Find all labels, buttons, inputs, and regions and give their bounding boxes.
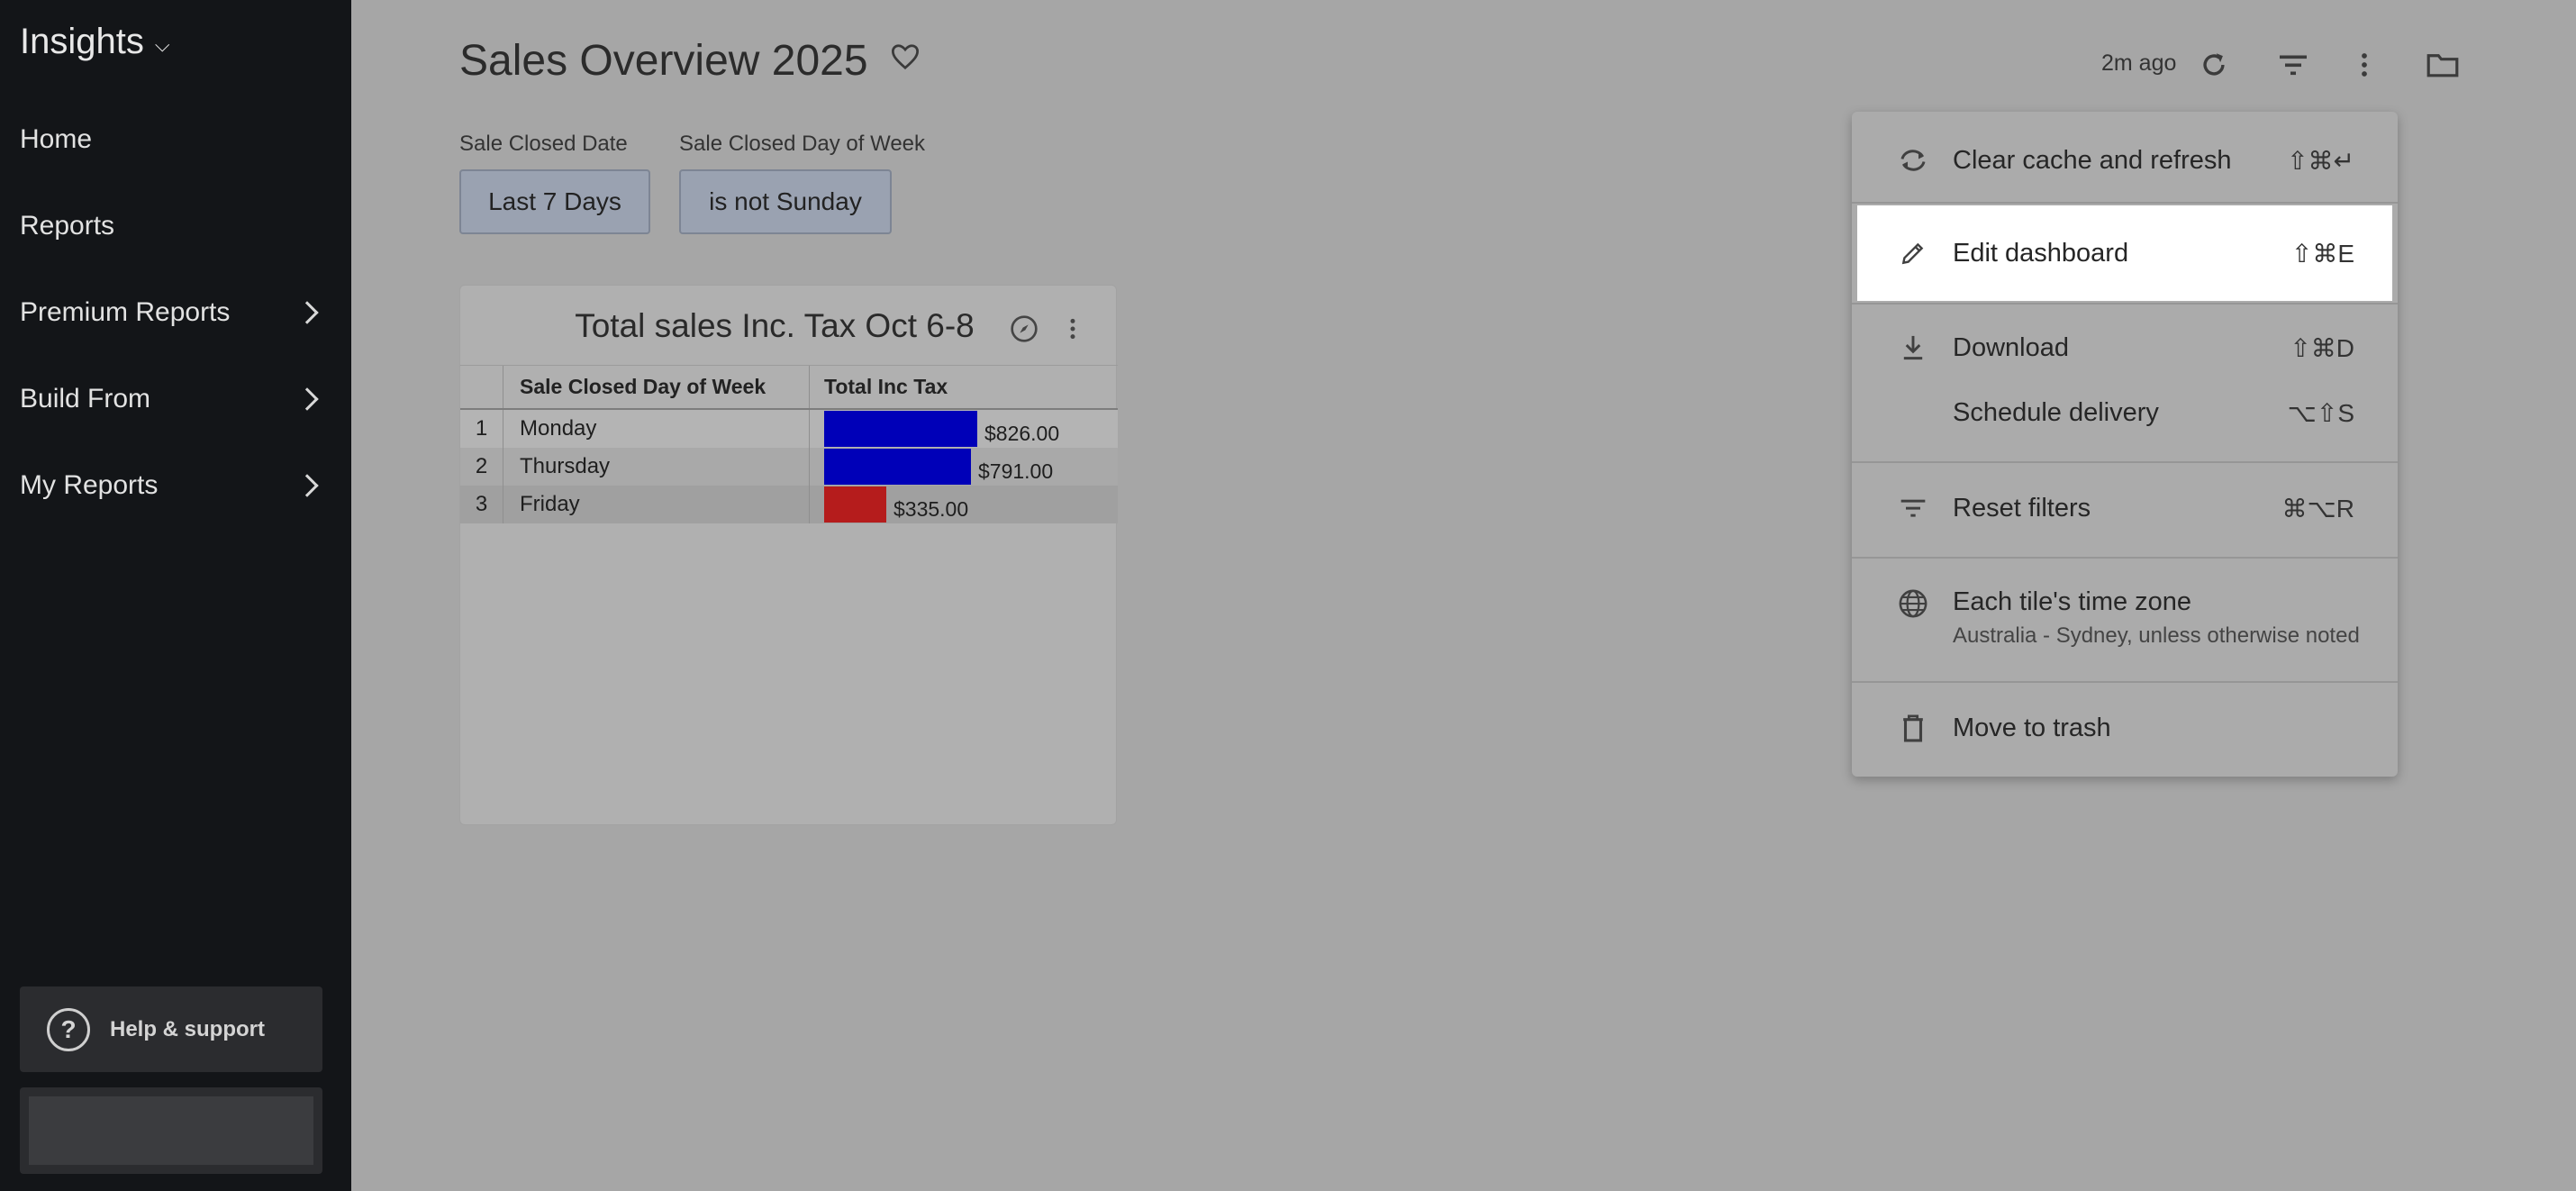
column-header-day[interactable]: Sale Closed Day of Week [503, 366, 810, 408]
tile-more-vertical-icon[interactable] [1057, 313, 1089, 345]
filter-icon [1895, 490, 1931, 526]
sidebar-item-label: Premium Reports [20, 297, 231, 327]
table-header: Sale Closed Day of Week Total Inc Tax [460, 365, 1118, 410]
row-index: 2 [460, 448, 503, 486]
row-total: $826.00 [984, 421, 1060, 445]
sidebar-item-reports[interactable]: Reports [20, 199, 326, 253]
menu-item-clear-cache[interactable]: Clear cache and refresh ⇧⌘↵ [1852, 132, 2398, 189]
sidebar-footer-placeholder [29, 1096, 313, 1165]
menu-divider [1852, 303, 2398, 305]
menu-item-sublabel: Australia - Sydney, unless otherwise not… [1953, 623, 2360, 648]
menu-item-reset-filters[interactable]: Reset filters ⌘⌥R [1852, 479, 2398, 537]
refresh-cache-icon [1895, 142, 1931, 178]
more-vertical-icon[interactable] [2346, 47, 2382, 83]
menu-item-shortcut: ⇧⌘E [2290, 239, 2354, 268]
menu-item-label: Clear cache and refresh [1953, 145, 2232, 175]
row-day: Friday [503, 486, 810, 523]
menu-item-label: Move to trash [1953, 713, 2111, 742]
download-icon [1895, 330, 1931, 366]
data-table: Sale Closed Day of Week Total Inc Tax 1 … [460, 365, 1118, 523]
column-header-total[interactable]: Total Inc Tax [810, 366, 1118, 408]
sidebar-item-my-reports[interactable]: My Reports [20, 459, 326, 513]
filter-day-of-week-button[interactable]: is not Sunday [679, 169, 892, 234]
data-bar [824, 411, 977, 447]
sidebar-item-label: Reports [20, 211, 115, 241]
row-day: Monday [503, 410, 810, 448]
data-bar [824, 449, 971, 485]
row-index: 3 [460, 486, 503, 523]
table-row: 3 Friday $335.00 [460, 486, 1118, 523]
menu-divider [1852, 557, 2398, 559]
menu-divider [1852, 681, 2398, 683]
sidebar: Insights ⌵ Home Reports Premium Reports … [0, 0, 351, 1191]
brand-label: Insights [20, 22, 144, 61]
sidebar-item-premium-reports[interactable]: Premium Reports [20, 286, 326, 340]
chevron-right-icon [295, 301, 319, 324]
index-header-cell [460, 366, 503, 408]
dashboard-tile: Total sales Inc. Tax Oct 6-8 Sale Closed… [459, 285, 1118, 825]
menu-item-label: Download [1953, 332, 2069, 362]
menu-item-move-to-trash[interactable]: Move to trash [1852, 699, 2398, 757]
sidebar-item-label: My Reports [20, 470, 159, 500]
folder-icon[interactable] [2425, 47, 2461, 83]
help-support-button[interactable]: ? Help & support [20, 986, 322, 1072]
chevron-right-icon [295, 387, 319, 411]
reload-icon[interactable] [2196, 47, 2232, 83]
help-label: Help & support [110, 1016, 265, 1041]
menu-item-time-zone[interactable]: Each tile's time zone Australia - Sydney… [1852, 569, 2398, 663]
menu-item-download[interactable]: Download ⇧⌘D [1852, 319, 2398, 377]
row-total: $791.00 [978, 459, 1054, 483]
menu-item-edit-dashboard[interactable]: Edit dashboard ⇧⌘E [1857, 205, 2392, 301]
table-row: 1 Monday $826.00 [460, 410, 1118, 448]
globe-icon [1895, 586, 1931, 622]
chevron-down-icon: ⌵ [154, 32, 170, 56]
filter-label-date: Sale Closed Date [459, 132, 628, 156]
row-total: $335.00 [893, 496, 969, 521]
data-bar [824, 486, 886, 523]
menu-item-shortcut: ⌥⇧S [2287, 398, 2354, 427]
menu-item-label: Edit dashboard [1953, 238, 2129, 268]
trash-icon [1895, 710, 1931, 746]
sidebar-item-label: Build From [20, 384, 151, 414]
row-day: Thursday [503, 448, 810, 486]
sidebar-footer-box [20, 1087, 322, 1174]
sidebar-item-home[interactable]: Home [20, 113, 326, 167]
menu-item-shortcut: ⇧⌘D [2290, 333, 2354, 362]
page-title-row: Sales Overview 2025 [459, 36, 921, 86]
explore-compass-icon[interactable] [1008, 313, 1040, 345]
menu-item-shortcut: ⌘⌥R [2281, 494, 2355, 523]
brand-menu[interactable]: Insights ⌵ [20, 22, 170, 62]
menu-item-schedule-delivery[interactable]: Schedule delivery ⌥⇧S [1852, 384, 2398, 441]
chevron-right-icon [295, 474, 319, 497]
menu-item-label: Each tile's time zone [1953, 587, 2192, 616]
filter-label-day-of-week: Sale Closed Day of Week [679, 132, 926, 156]
row-index: 1 [460, 410, 503, 448]
sidebar-item-build-from[interactable]: Build From [20, 372, 326, 426]
row-total-cell: $826.00 [810, 410, 1118, 448]
menu-item-shortcut: ⇧⌘↵ [2287, 146, 2354, 175]
menu-item-label: Reset filters [1953, 493, 2091, 523]
dashboard-actions-menu: Clear cache and refresh ⇧⌘↵ Edit dashboa… [1852, 112, 2398, 777]
help-icon: ? [47, 1007, 90, 1051]
row-total-cell: $791.00 [810, 448, 1118, 486]
filter-toggle-icon[interactable] [2275, 47, 2311, 83]
row-total-cell: $335.00 [810, 486, 1118, 523]
menu-divider [1852, 202, 2398, 204]
menu-item-label: Schedule delivery [1953, 397, 2159, 427]
menu-divider [1852, 461, 2398, 463]
pencil-icon [1895, 235, 1931, 271]
sidebar-item-label: Home [20, 124, 93, 154]
filter-date-button[interactable]: Last 7 Days [459, 169, 650, 234]
last-updated-label: 2m ago [2101, 50, 2177, 76]
favorite-heart-icon[interactable] [890, 43, 921, 78]
page-title: Sales Overview 2025 [459, 37, 868, 85]
table-row: 2 Thursday $791.00 [460, 448, 1118, 486]
